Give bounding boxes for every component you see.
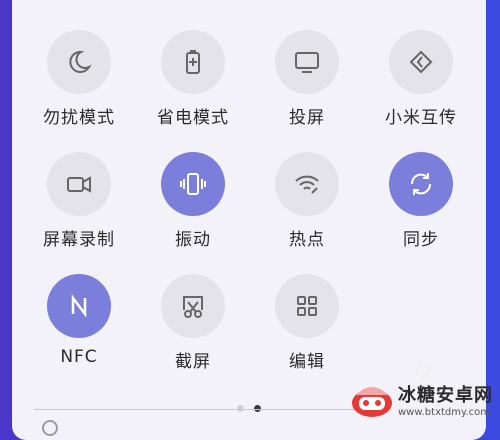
hotspot-icon (295, 175, 319, 194)
brightness-icon (42, 420, 58, 436)
grid-icon (297, 296, 317, 316)
tile-label: 省电模式 (157, 108, 229, 128)
mi-share-toggle[interactable] (389, 30, 453, 94)
tile-label: 振动 (175, 230, 211, 250)
tile-screen-record[interactable]: 屏幕录制 (24, 152, 134, 250)
screenshot-icon (183, 296, 203, 318)
nfc-toggle[interactable] (47, 274, 111, 338)
hotspot-toggle[interactable] (275, 152, 339, 216)
cast-toggle[interactable] (275, 30, 339, 94)
moon-icon (69, 50, 92, 73)
screenshot-toggle[interactable] (161, 274, 225, 338)
watermark-title: 冰糖安卓网 (398, 384, 493, 406)
tile-sync[interactable]: 同步 (366, 152, 476, 250)
tile-screenshot[interactable]: 截屏 (138, 274, 248, 372)
tile-dnd[interactable]: 勿扰模式 (24, 30, 134, 128)
tile-vibrate[interactable]: 振动 (138, 152, 248, 250)
tile-label: 同步 (403, 230, 439, 250)
watermark-url: www.btxtdmy.com (398, 406, 491, 418)
nfc-icon (71, 294, 87, 318)
divider (34, 409, 364, 410)
tile-label: 截屏 (175, 352, 211, 372)
tile-edit[interactable]: 编辑 (252, 274, 362, 372)
tile-nfc[interactable]: NFC (24, 274, 134, 367)
battery-icon (186, 50, 200, 74)
video-icon (67, 176, 91, 193)
tile-label: 小米互传 (385, 108, 457, 128)
screen-record-toggle[interactable] (47, 152, 111, 216)
sync-toggle[interactable] (389, 152, 453, 216)
tile-label: 投屏 (289, 108, 325, 128)
tile-label: 编辑 (289, 352, 325, 372)
tile-label: NFC (60, 347, 98, 367)
vibrate-icon (180, 173, 206, 195)
tile-label: 热点 (289, 230, 325, 250)
vibrate-toggle[interactable] (161, 152, 225, 216)
tile-label: 屏幕录制 (43, 230, 115, 250)
tile-power-saver[interactable]: 省电模式 (138, 30, 248, 128)
watermark-logo-icon (352, 387, 392, 417)
tile-cast[interactable]: 投屏 (252, 30, 362, 128)
monitor-icon (295, 52, 319, 73)
tile-label: 勿扰模式 (43, 108, 115, 128)
dnd-toggle[interactable] (47, 30, 111, 94)
transfer-icon (409, 50, 433, 74)
tile-hotspot[interactable]: 热点 (252, 152, 362, 250)
sync-icon (410, 173, 432, 195)
tile-mi-share[interactable]: 小米互传 (366, 30, 476, 128)
edit-toggle[interactable] (275, 274, 339, 338)
power-saver-toggle[interactable] (161, 30, 225, 94)
watermark: 冰糖安卓网 www.btxtdmy.com (350, 374, 500, 424)
